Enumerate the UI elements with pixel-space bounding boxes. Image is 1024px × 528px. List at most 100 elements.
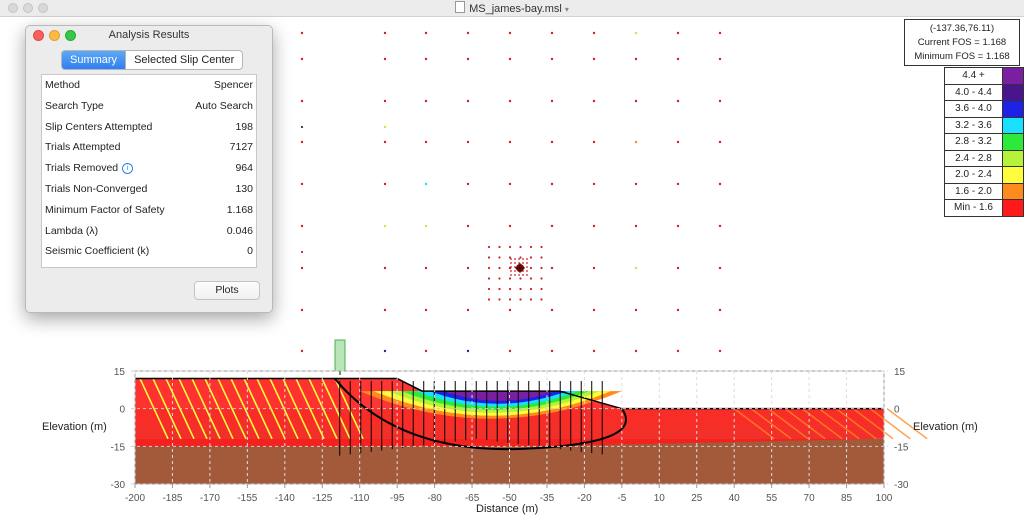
y-axis-label-left: Elevation (m) — [42, 421, 107, 433]
y-axis-label-right: Elevation (m) — [913, 421, 978, 433]
x-axis-label: Distance (m) — [476, 503, 539, 515]
slip-center-point — [676, 57, 680, 61]
slip-center-point — [466, 266, 470, 270]
info-icon[interactable]: i — [122, 163, 134, 175]
legend-entry: 1.6 - 2.0 — [945, 183, 1023, 200]
slip-center-point — [508, 140, 512, 144]
legend-label: 2.0 - 2.4 — [955, 169, 992, 180]
slip-center-point — [550, 57, 554, 61]
slip-center-point — [424, 266, 428, 270]
plots-button[interactable]: Plots — [194, 281, 260, 300]
result-key: Search Type — [45, 96, 104, 117]
x-tick-label: 40 — [729, 493, 741, 504]
slip-center-point — [300, 125, 304, 129]
x-tick-label: -125 — [312, 493, 332, 504]
result-row: Slip Centers Attempted 198 — [42, 117, 256, 138]
slip-center-point — [487, 245, 491, 249]
result-row: Lambda (λ) 0.046 — [42, 221, 256, 242]
y-tick-label-right: -30 — [894, 480, 909, 491]
legend-label: 4.0 - 4.4 — [955, 86, 992, 98]
slip-center-point — [529, 245, 533, 249]
slip-center-point — [550, 224, 554, 228]
y-tick-label-left: 15 — [114, 367, 126, 378]
slip-center-point — [508, 277, 512, 280]
cursor-coordinates: (-137.36,76.11) — [929, 23, 995, 34]
result-key-text: Trials Removed — [45, 162, 119, 175]
chevron-down-icon[interactable]: ▾ — [565, 5, 569, 14]
slip-center-point — [592, 224, 596, 228]
result-row: Trials Removed i 964 — [42, 158, 256, 179]
slip-center-point — [519, 298, 522, 301]
slip-center-point — [498, 266, 501, 270]
legend-entry: 2.0 - 2.4 — [945, 167, 1023, 184]
x-tick-label: 85 — [841, 493, 853, 504]
slip-center-point — [518, 274, 520, 276]
slip-center-point — [718, 182, 722, 186]
legend-label: 3.6 - 4.0 — [955, 103, 992, 114]
slip-center-point — [466, 308, 470, 312]
result-row: Method Spencer — [42, 75, 256, 96]
result-key: Lambda (λ) — [45, 221, 98, 242]
legend-label: 3.2 - 3.6 — [955, 119, 992, 131]
slip-center-point — [634, 31, 638, 35]
result-value: 198 — [235, 120, 253, 133]
slip-center-point — [424, 140, 428, 144]
x-tick-label: -170 — [200, 493, 220, 504]
minimum-fos: Minimum FOS = 1.168 — [914, 51, 1010, 62]
slip-center-point — [634, 182, 638, 186]
slip-center-point — [510, 270, 512, 272]
slip-center-point — [487, 287, 491, 291]
slip-center-point — [424, 224, 428, 228]
result-key: Seismic Coefficient (k) — [45, 241, 149, 262]
slip-center-point — [540, 298, 543, 301]
legend-entry: 2.4 - 2.8 — [945, 150, 1023, 167]
tab-summary[interactable]: Summary — [62, 51, 126, 69]
window-titlebar: MS_james-bay.msl ▾ — [0, 0, 1024, 17]
slip-center-point — [466, 31, 470, 35]
slip-center-point — [550, 99, 554, 103]
tab-selected-slip-center[interactable]: Selected Slip Center — [125, 51, 242, 69]
slip-center-point — [550, 140, 554, 144]
result-key-text: Lambda (λ) — [45, 224, 99, 237]
slip-center-point — [519, 256, 522, 259]
slip-center-point — [383, 308, 387, 312]
slip-center-point — [300, 140, 304, 144]
x-tick-label: 55 — [766, 493, 778, 504]
analysis-results-panel[interactable]: Analysis Results Summary Selected Slip C… — [25, 25, 273, 313]
result-key-text: Minimum Factor of Safety — [45, 203, 165, 216]
slip-center-point — [514, 262, 516, 264]
x-tick-label: -95 — [390, 493, 405, 504]
slip-center-point — [300, 57, 304, 61]
slip-center-point — [592, 31, 596, 35]
legend-swatch — [1002, 101, 1023, 117]
slip-center-point — [634, 349, 638, 353]
result-key: Minimum Factor of Safety — [45, 200, 165, 221]
slip-center-point — [300, 182, 304, 186]
result-row: Minimum Factor of Safety 1.168 — [42, 200, 256, 221]
slip-center-point — [424, 182, 428, 186]
result-key-text: Method — [45, 79, 81, 91]
slip-center-point — [383, 99, 387, 103]
slip-center-point — [634, 308, 638, 312]
slip-center-point — [300, 99, 304, 103]
x-tick-label: -35 — [540, 493, 555, 504]
slip-center-point — [424, 31, 428, 35]
slip-center-point — [522, 274, 524, 276]
slip-center-point — [540, 287, 543, 291]
y-tick-label-left: 0 — [119, 405, 125, 416]
slip-center-point — [526, 270, 528, 272]
slip-center-point — [508, 245, 512, 249]
slip-center-point — [526, 274, 528, 276]
y-tick-label-left: -30 — [111, 480, 126, 491]
slip-center-point — [522, 258, 524, 260]
y-tick-label-right: 15 — [894, 367, 906, 378]
slip-center-point — [508, 349, 512, 353]
slip-center-point — [592, 308, 596, 312]
fos-legend: 4.4 + 4.0 - 4.4 3.6 - 4.0 3.2 - 3.6 2.8 - 3.… — [944, 67, 1024, 217]
slip-center-point — [592, 266, 596, 270]
slip-center-point — [592, 349, 596, 353]
panel-titlebar[interactable]: Analysis Results — [26, 26, 272, 46]
x-tick-label: 100 — [876, 493, 893, 504]
result-value: Auto Search — [195, 99, 253, 112]
slip-center-point — [634, 266, 638, 270]
